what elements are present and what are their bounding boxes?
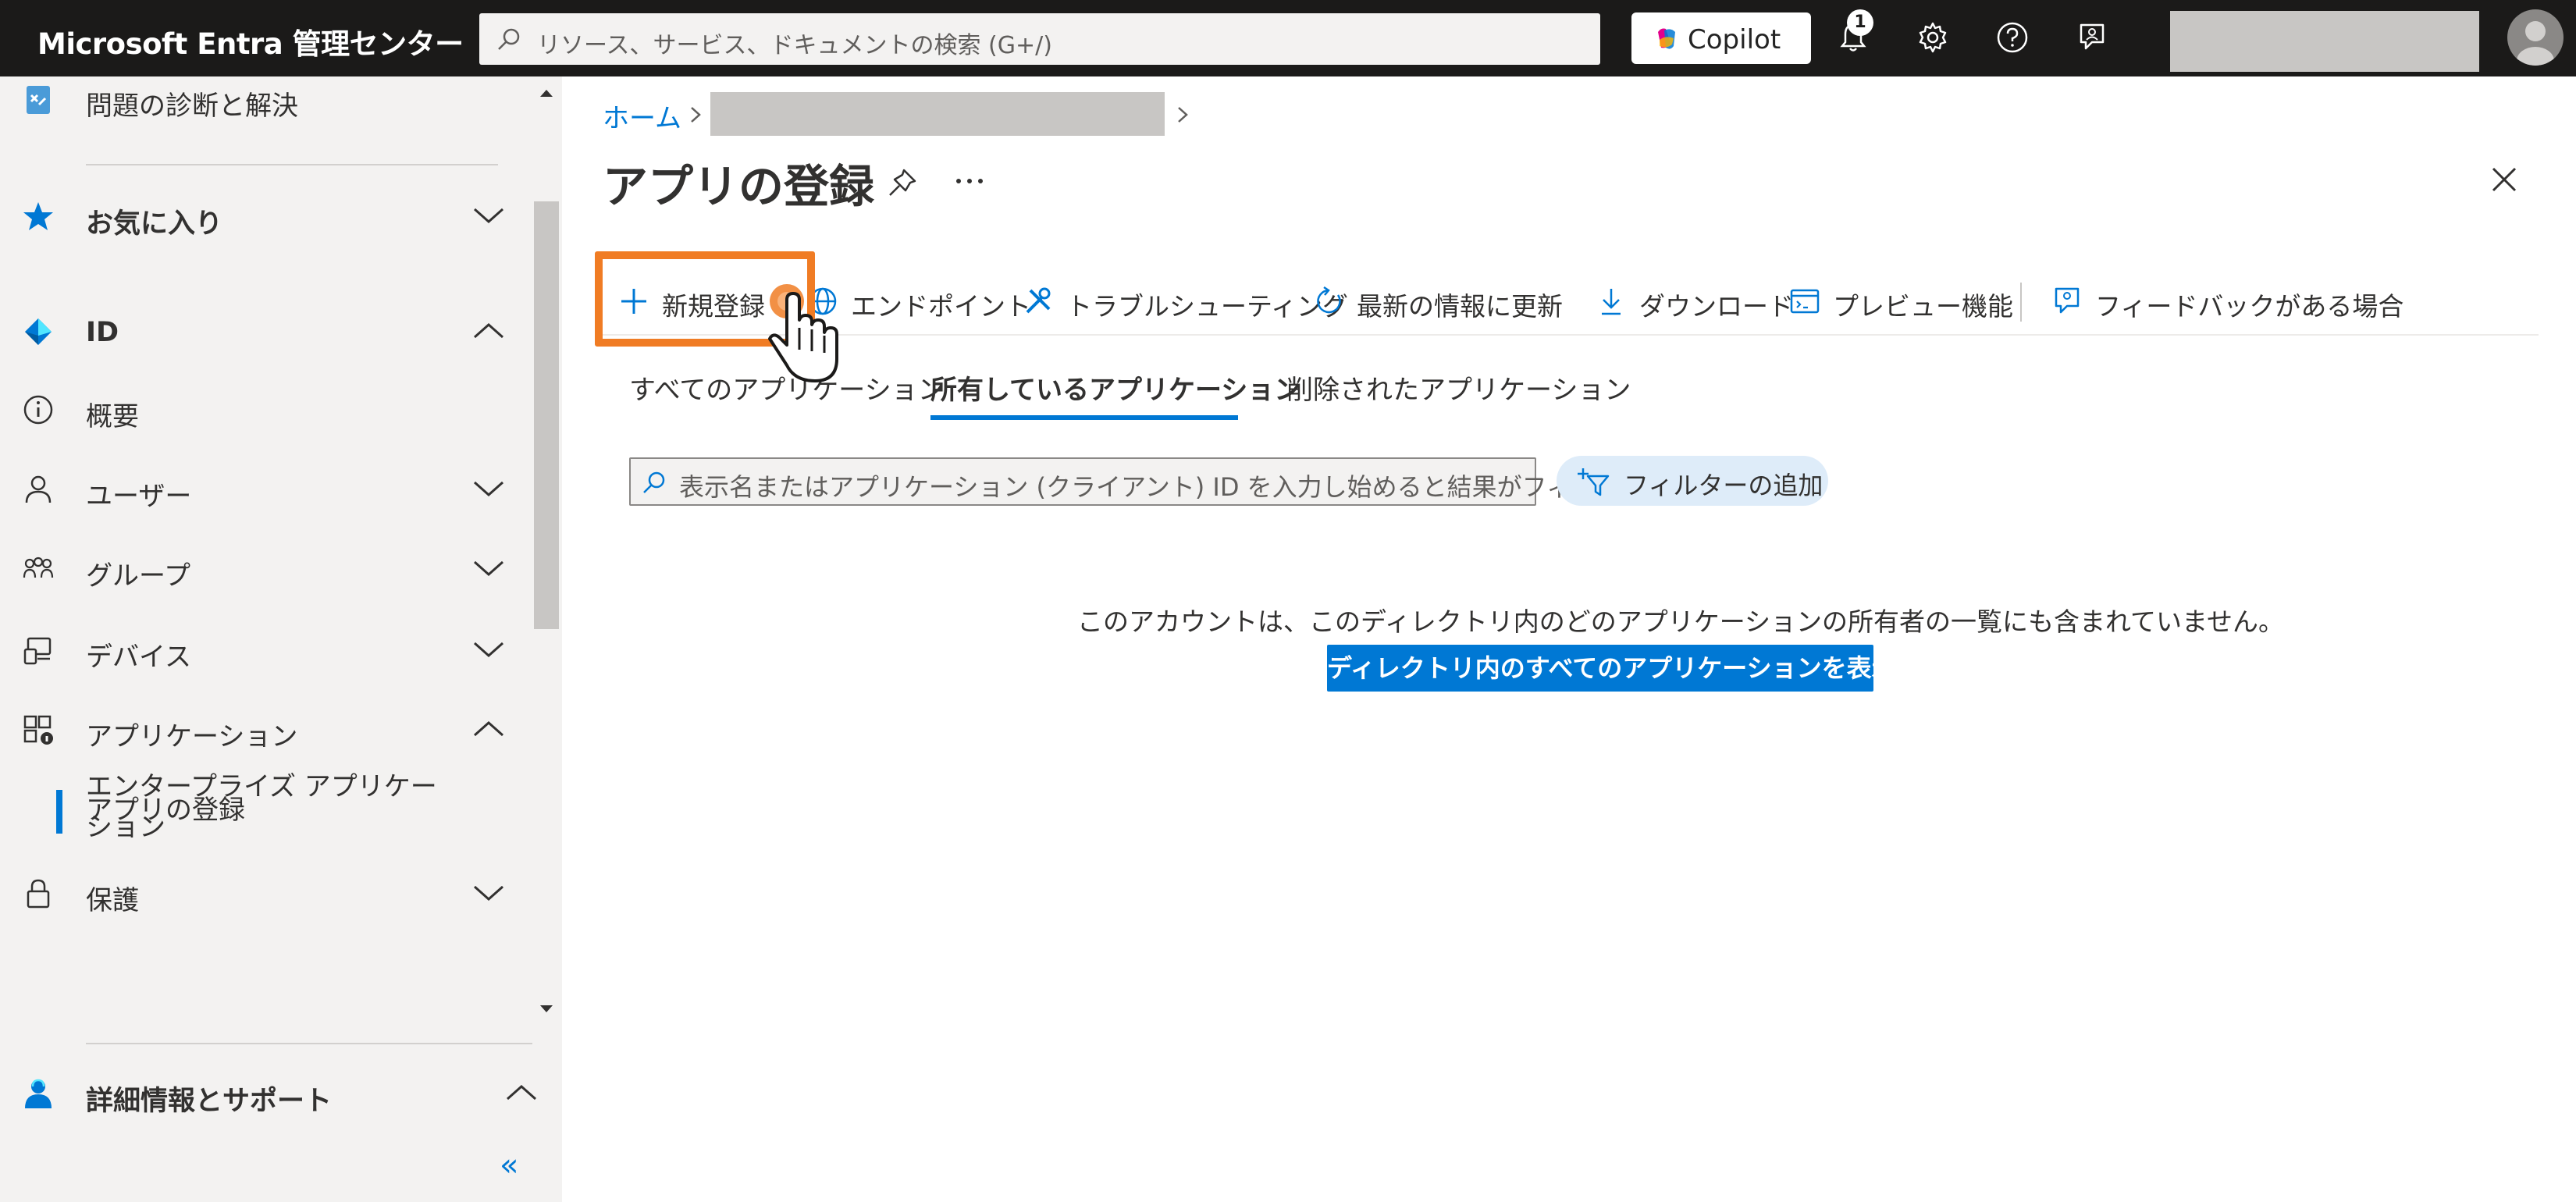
command-label: エンドポイント [851, 291, 1031, 322]
hand-cursor-icon [768, 284, 838, 382]
collapse-sidebar-button[interactable]: « [500, 1147, 518, 1183]
close-icon[interactable] [2489, 164, 2520, 195]
sidebar-item-devices[interactable]: デバイス [0, 618, 531, 681]
command-label: ダウンロード [1639, 291, 1794, 322]
sidebar-scroll-thumb[interactable] [534, 201, 559, 629]
breadcrumb-redacted[interactable] [710, 92, 1165, 136]
more-options-icon[interactable] [955, 176, 984, 186]
user-icon [25, 475, 52, 503]
feedback-icon [2055, 287, 2080, 314]
identity-icon [25, 318, 52, 345]
group-icon [23, 557, 54, 578]
chevron-right-icon [691, 107, 701, 123]
command-label: プレビュー機能 [1833, 291, 2013, 322]
empty-state-message: このアカウントは、このディレクトリ内のどのアプリケーションの所有者の一覧にも含ま… [1077, 606, 2285, 637]
chevron-down-icon[interactable] [471, 203, 506, 228]
copilot-label: Copilot [1688, 24, 1781, 55]
brand-title[interactable]: Microsoft Entra 管理センター [37, 20, 464, 62]
chevron-down-icon[interactable] [471, 880, 506, 905]
sidebar-item-diagnose[interactable]: 問題の診断と解決 [0, 76, 531, 139]
page-title: アプリの登録 [603, 160, 875, 213]
preview-icon [1790, 289, 1820, 314]
support-icon [25, 1079, 52, 1108]
view-all-applications-button[interactable]: ディレクトリ内のすべてのアプリケーションを表示 [1327, 645, 1897, 692]
search-icon [498, 28, 520, 50]
pin-icon[interactable] [887, 167, 918, 198]
chevron-right-icon [1178, 107, 1188, 123]
sidebar-item-label: 概要 [86, 401, 139, 432]
search-input[interactable]: 表示名またはアプリケーション (クライアント) ID を入力し始めると結果がフィ… [629, 457, 1596, 506]
applications-icon [23, 715, 53, 745]
help-icon[interactable] [1995, 20, 2030, 55]
user-avatar-icon [2517, 21, 2554, 66]
top-bar: Microsoft Entra 管理センター リソース、サービス、ドキュメントの… [0, 0, 2576, 76]
chevron-down-icon[interactable] [471, 637, 506, 662]
copilot-button[interactable]: Copilot [1631, 12, 1811, 64]
sidebar-item-applications[interactable]: アプリケーション [0, 698, 531, 760]
star-icon [23, 202, 53, 230]
sidebar-item-favorites[interactable]: お気に入り [0, 184, 531, 247]
command-label: トラブルシューティング [1066, 291, 1349, 322]
command-bar: 新規登録 エンドポイント トラブルシューティング 最新の情報に更新 ダウンロード [603, 265, 2539, 336]
sidebar-item-label: 詳細情報とサポート [86, 1086, 333, 1117]
wrench-icon [1026, 287, 1051, 314]
sidebar-subitem-app-registrations[interactable]: アプリの登録 [86, 790, 245, 830]
sidebar-item-protection[interactable]: 保護 [0, 862, 531, 924]
feedback-icon[interactable] [2075, 20, 2109, 55]
sidebar-item-users[interactable]: ユーザー [0, 457, 531, 520]
sidebar-item-label: ID [86, 317, 119, 348]
search-placeholder: 表示名またはアプリケーション (クライアント) ID を入力し始めると結果がフィ… [679, 472, 1597, 502]
sidebar-item-label: アプリケーション [86, 721, 298, 752]
chevron-up-icon[interactable] [471, 717, 506, 741]
command-separator [2020, 283, 2022, 322]
command-label: フィードバックがある場合 [2095, 291, 2404, 322]
chevron-down-icon[interactable] [471, 556, 506, 581]
notification-badge: 1 [1847, 9, 1873, 36]
breadcrumb-home[interactable]: ホーム [603, 97, 681, 135]
download-icon [1602, 289, 1621, 315]
tab-owned-applications[interactable]: 所有しているアプリケーション [930, 368, 1300, 407]
chevron-up-icon[interactable] [504, 1080, 539, 1105]
active-indicator [56, 790, 62, 834]
account-name-redacted[interactable] [2170, 11, 2479, 72]
gear-icon[interactable] [1916, 20, 1950, 55]
sidebar-divider [86, 164, 498, 165]
chevron-up-icon[interactable] [471, 318, 506, 343]
sidebar-item-id[interactable]: ID [0, 300, 531, 362]
tab-deleted-applications[interactable]: 削除されたアプリケーション [1286, 368, 1631, 407]
sidebar-divider [86, 1043, 532, 1044]
sidebar-item-label: お気に入り [86, 208, 223, 240]
search-placeholder: リソース、サービス、ドキュメントの検索 (G+/) [537, 32, 1052, 59]
command-label: 最新の情報に更新 [1357, 291, 1563, 322]
sidebar-item-label: 問題の診断と解決 [86, 91, 298, 122]
diagnose-icon [27, 86, 50, 114]
active-tab-indicator [930, 415, 1238, 420]
sidebar-item-label: グループ [86, 560, 190, 592]
sidebar-item-label: 保護 [86, 885, 139, 916]
sidebar-item-label: ユーザー [86, 481, 192, 512]
info-icon [23, 395, 53, 425]
sidebar-item-overview[interactable]: 概要 [0, 378, 531, 440]
global-search[interactable]: リソース、サービス、ドキュメントの検索 (G+/) [479, 13, 1600, 65]
refresh-icon [1317, 286, 1341, 314]
sidebar-item-groups[interactable]: グループ [0, 537, 531, 599]
sidebar-item-support[interactable]: 詳細情報とサポート [0, 1062, 562, 1124]
add-filter-label: フィルターの追加 [1624, 471, 1823, 500]
chevron-down-icon[interactable] [471, 476, 506, 501]
sidebar: 問題の診断と解決 お気に入り ID 概要 ユーザー グループ デバイス アプリケ… [0, 76, 562, 1202]
scroll-down-icon[interactable] [539, 1004, 554, 1015]
filter-add-icon [1578, 468, 1610, 496]
sidebar-item-label: デバイス [86, 642, 191, 673]
avatar[interactable] [2507, 9, 2564, 66]
search-icon [643, 471, 665, 493]
add-filter-button[interactable]: フィルターの追加 [1557, 456, 1828, 506]
device-icon [23, 637, 52, 665]
copilot-icon [1658, 28, 1675, 49]
lock-icon [27, 879, 50, 909]
scroll-up-icon[interactable] [539, 87, 554, 98]
